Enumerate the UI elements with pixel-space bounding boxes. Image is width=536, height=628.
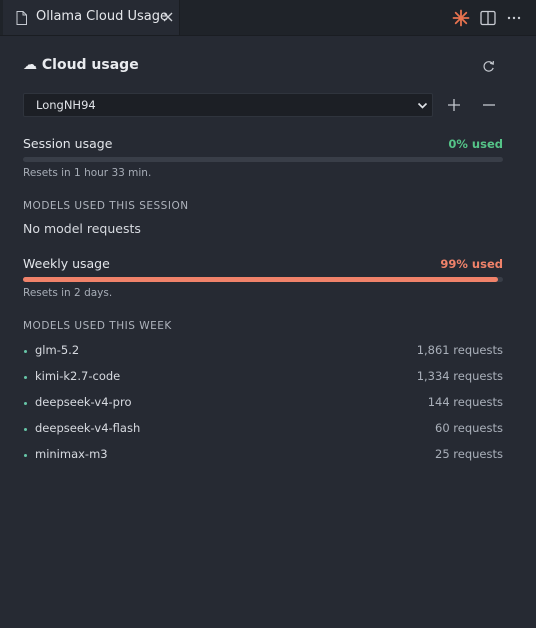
bullet-icon	[24, 376, 27, 379]
close-icon[interactable]	[162, 11, 174, 23]
account-select[interactable]: LongNH94	[23, 93, 433, 117]
bullet-icon	[24, 454, 27, 457]
weekly-reset-text: Resets in 2 days.	[23, 287, 113, 299]
bullet-icon	[24, 402, 27, 405]
weekly-usage-bar-fill	[23, 277, 499, 282]
session-reset-text: Resets in 1 hour 33 min.	[23, 167, 152, 179]
model-requests: 60 requests	[435, 421, 503, 435]
list-item: kimi-k2.7-code 1,334 requests	[23, 367, 503, 393]
session-usage-percent: 0% used	[448, 137, 503, 151]
chevron-down-icon	[417, 102, 428, 109]
account-select-value: LongNH94	[36, 98, 96, 112]
refresh-icon[interactable]	[481, 59, 496, 74]
bullet-icon	[24, 428, 27, 431]
list-item: deepseek-v4-pro 144 requests	[23, 393, 503, 419]
file-icon	[16, 11, 27, 25]
model-name: deepseek-v4-pro	[35, 395, 132, 409]
model-requests: 1,334 requests	[416, 369, 503, 383]
weekly-usage-label: Weekly usage	[23, 256, 110, 271]
sparkle-icon[interactable]	[452, 9, 470, 27]
session-usage-label: Session usage	[23, 136, 113, 151]
model-requests: 1,861 requests	[416, 343, 503, 357]
model-name: glm-5.2	[35, 343, 80, 357]
model-name: minimax-m3	[35, 447, 108, 461]
session-models-heading: MODELS USED THIS SESSION	[23, 200, 189, 212]
more-icon[interactable]	[505, 9, 523, 27]
list-item: minimax-m3 25 requests	[23, 445, 503, 471]
weekly-models-list: glm-5.2 1,861 requests kimi-k2.7-code 1,…	[23, 341, 503, 471]
remove-account-button[interactable]	[482, 98, 496, 112]
add-account-button[interactable]	[447, 98, 461, 112]
model-name: deepseek-v4-flash	[35, 421, 141, 435]
tab-ollama-cloud-usage[interactable]: Ollama Cloud Usage	[3, 0, 180, 35]
split-editor-icon[interactable]	[479, 9, 497, 27]
model-name: kimi-k2.7-code	[35, 369, 121, 383]
tab-title: Ollama Cloud Usage	[36, 9, 168, 24]
list-item: deepseek-v4-flash 60 requests	[23, 419, 503, 445]
panel-title: ☁ Cloud usage	[23, 57, 139, 73]
weekly-models-heading: MODELS USED THIS WEEK	[23, 320, 172, 332]
bullet-icon	[24, 350, 27, 353]
usage-panel	[4, 36, 536, 628]
session-usage-bar	[23, 157, 503, 162]
list-item: glm-5.2 1,861 requests	[23, 341, 503, 367]
weekly-usage-percent: 99% used	[440, 257, 503, 271]
weekly-usage-bar	[23, 277, 503, 282]
editor-tab-bar: Ollama Cloud Usage	[0, 0, 536, 36]
model-requests: 144 requests	[427, 395, 503, 409]
model-requests: 25 requests	[435, 447, 503, 461]
session-models-empty: No model requests	[23, 221, 141, 236]
